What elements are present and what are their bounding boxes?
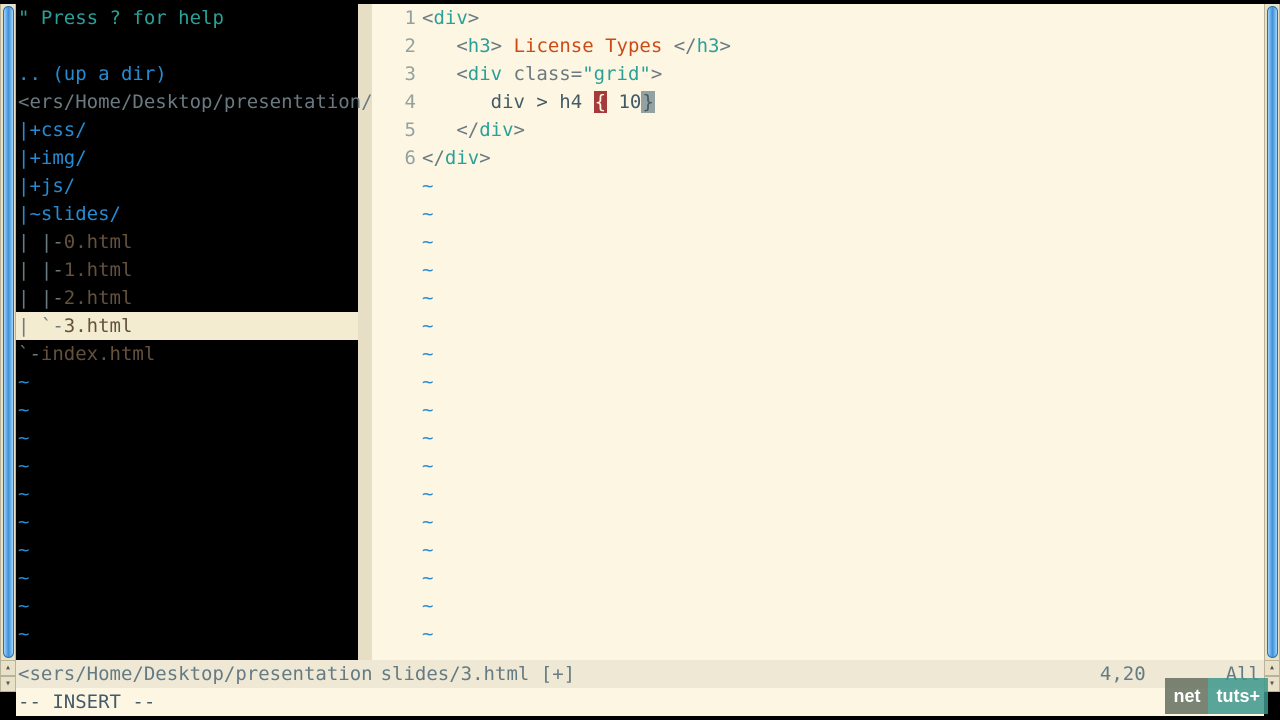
empty-line-marker: ~ xyxy=(422,368,1264,396)
empty-line-marker: ~ xyxy=(422,536,1264,564)
empty-line-marker: ~ xyxy=(422,424,1264,452)
status-cursor-pos: 4,20 xyxy=(1100,660,1146,688)
empty-line-marker: ~ xyxy=(16,592,358,620)
tree-updir[interactable]: .. (up a dir) xyxy=(16,60,358,88)
scrollbar-right[interactable] xyxy=(1264,4,1280,660)
tree-item[interactable]: |+js/ xyxy=(16,172,358,200)
empty-line-marker: ~ xyxy=(422,452,1264,480)
tree-root[interactable]: <ers/Home/Desktop/presentation/ xyxy=(16,88,358,116)
empty-line-marker: ~ xyxy=(16,480,358,508)
code-line[interactable]: <h3> License Types </h3> xyxy=(422,32,1264,60)
code-line[interactable]: </div> xyxy=(422,144,1264,172)
empty-line-marker: ~ xyxy=(422,228,1264,256)
tree-item[interactable]: |+css/ xyxy=(16,116,358,144)
scroll-stepper-left[interactable]: ▴▾ xyxy=(0,660,16,692)
tree-item[interactable]: | |-2.html xyxy=(16,284,358,312)
statusline: <sers/Home/Desktop/presentation slides/3… xyxy=(16,660,1264,688)
empty-line-marker: ~ xyxy=(16,508,358,536)
editor-buffer[interactable]: <div> <h3> License Types </h3> <div clas… xyxy=(422,4,1264,660)
empty-line-marker: ~ xyxy=(422,564,1264,592)
empty-line-marker: ~ xyxy=(422,200,1264,228)
vim-mode: -- INSERT -- xyxy=(18,691,155,713)
scrollbar-left[interactable] xyxy=(0,4,16,660)
editor-panel[interactable]: 123456 <div> <h3> License Types </h3> <d… xyxy=(372,4,1264,660)
code-line[interactable]: <div class="grid"> xyxy=(422,60,1264,88)
empty-line-marker: ~ xyxy=(422,172,1264,200)
nettuts-watermark: net tuts+ xyxy=(1165,678,1268,714)
tree-item[interactable]: | |-0.html xyxy=(16,228,358,256)
empty-line-marker: ~ xyxy=(16,536,358,564)
empty-line-marker: ~ xyxy=(16,452,358,480)
nerdtree-panel[interactable]: " Press ? for help .. (up a dir) <ers/Ho… xyxy=(16,4,358,660)
status-file: slides/3.html [+] xyxy=(381,660,575,688)
tree-item[interactable]: `-index.html xyxy=(16,340,358,368)
line-number-gutter: 123456 xyxy=(372,4,422,660)
status-tree-path: <sers/Home/Desktop/presentation xyxy=(16,660,373,688)
empty-line-marker: ~ xyxy=(422,620,1264,648)
mode-line: -- INSERT -- xyxy=(16,688,1264,716)
help-hint: " Press ? for help xyxy=(16,4,358,32)
tree-item[interactable]: |~slides/ xyxy=(16,200,358,228)
empty-line-marker: ~ xyxy=(16,396,358,424)
empty-line-marker: ~ xyxy=(422,256,1264,284)
empty-line-marker: ~ xyxy=(422,480,1264,508)
code-line[interactable]: div > h4 { 10} xyxy=(422,88,1264,116)
empty-line-marker: ~ xyxy=(422,312,1264,340)
code-line[interactable]: </div> xyxy=(422,116,1264,144)
empty-line-marker: ~ xyxy=(16,564,358,592)
tree-item[interactable]: | `-3.html xyxy=(16,312,358,340)
empty-line-marker: ~ xyxy=(16,424,358,452)
empty-line-marker: ~ xyxy=(422,508,1264,536)
empty-line-marker: ~ xyxy=(422,284,1264,312)
empty-line-marker: ~ xyxy=(16,620,358,648)
empty-line-marker: ~ xyxy=(422,396,1264,424)
empty-line-marker: ~ xyxy=(422,340,1264,368)
empty-line-marker: ~ xyxy=(422,592,1264,620)
empty-line-marker: ~ xyxy=(16,368,358,396)
tree-item[interactable]: |+img/ xyxy=(16,144,358,172)
tree-item[interactable]: | |-1.html xyxy=(16,256,358,284)
code-line[interactable]: <div> xyxy=(422,4,1264,32)
